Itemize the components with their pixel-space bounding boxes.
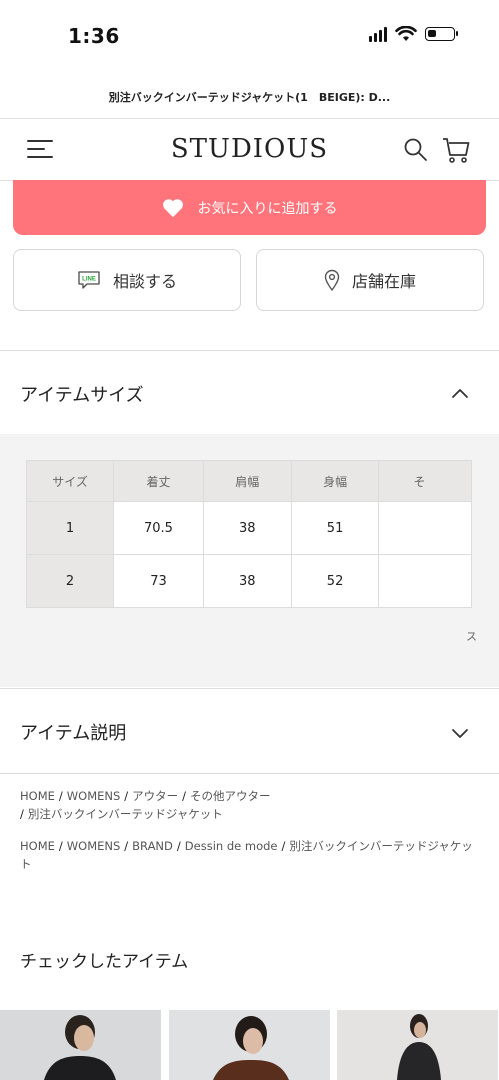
cellular-signal-icon: [369, 26, 387, 42]
size-cell: 1: [26, 501, 115, 555]
consult-label: 相談する: [112, 272, 177, 291]
chevron-down-icon[interactable]: [451, 727, 469, 739]
heart-icon: [162, 198, 183, 217]
status-icons: [369, 26, 458, 42]
table-row: 2 73 38 52: [26, 554, 472, 608]
product-photo: [337, 1010, 498, 1080]
section-divider: [0, 350, 499, 351]
search-icon[interactable]: [403, 137, 429, 163]
item-description-heading[interactable]: アイテム説明: [20, 719, 126, 745]
breadcrumb-link[interactable]: アウター: [132, 789, 178, 803]
breadcrumb: HOME / WOMENS / BRAND / Dessin de mode / 別注バックイン…: [20, 839, 473, 871]
product-photo: [0, 1010, 161, 1080]
table-row: 1 70.5 38 51: [26, 501, 472, 555]
size-table: サイズ 着丈 肩幅 身幅 そ 1 70.5 38 51 2 73 38 52: [26, 460, 472, 608]
section-divider: [0, 688, 499, 689]
breadcrumb: HOME / WOMENS / アウター / その他アウター / 別注バックインバーテッドジャケ…: [20, 789, 271, 821]
checked-item-thumbnail[interactable]: [169, 1010, 330, 1080]
table-cell: [378, 554, 472, 608]
table-cell: 73: [113, 554, 204, 608]
section-divider: [0, 773, 499, 774]
chevron-up-icon[interactable]: [451, 387, 469, 399]
column-header: 着丈: [113, 460, 204, 502]
column-header: そ: [378, 460, 472, 502]
checked-item-thumbnail[interactable]: [0, 1010, 161, 1080]
breadcrumb-link[interactable]: HOME: [20, 789, 55, 803]
breadcrumb-current: 別注バックインバーテッドジャケット: [27, 807, 223, 821]
add-to-favorites-button[interactable]: お気に入りに追加する: [13, 180, 486, 235]
wifi-icon: [395, 26, 417, 41]
location-pin-icon: [324, 269, 340, 291]
table-cell: 70.5: [113, 501, 204, 555]
store-stock-label: 店舗在庫: [351, 272, 416, 291]
table-cell: [378, 501, 472, 555]
consult-button[interactable]: LINE 相談する: [13, 249, 241, 311]
checked-item-thumbnail[interactable]: [337, 1010, 498, 1080]
breadcrumb-link[interactable]: HOME: [20, 839, 55, 853]
svg-text:LINE: LINE: [82, 277, 96, 283]
breadcrumb-link[interactable]: Dessin de mode: [185, 839, 278, 853]
line-chat-icon: LINE: [78, 271, 100, 289]
item-size-heading[interactable]: アイテムサイズ: [20, 381, 144, 407]
page-url-title[interactable]: 別注バックインバーテッドジャケット(1 BEIGE): D...: [0, 89, 499, 105]
breadcrumb-link[interactable]: BRAND: [132, 839, 173, 853]
status-time: 1:36: [68, 24, 120, 48]
favorite-label: お気に入りに追加する: [197, 200, 338, 217]
size-table-scroll[interactable]: サイズ 着丈 肩幅 身幅 そ 1 70.5 38 51 2 73 38 52: [26, 460, 472, 608]
table-cell: 38: [202, 501, 292, 555]
product-photo: [169, 1010, 330, 1080]
scroll-hint: ス: [466, 630, 477, 643]
table-cell: 52: [290, 554, 380, 608]
store-stock-button[interactable]: 店舗在庫: [256, 249, 484, 311]
battery-icon: [425, 27, 458, 41]
cart-icon[interactable]: [441, 136, 471, 164]
breadcrumb-link[interactable]: WOMENS: [67, 839, 121, 853]
breadcrumb-link[interactable]: その他アウター: [190, 789, 271, 803]
header-divider-top: [0, 118, 499, 119]
column-header: 身幅: [290, 460, 380, 502]
size-table-header-row: サイズ 着丈 肩幅 身幅 そ: [26, 460, 472, 502]
size-cell: 2: [26, 554, 115, 608]
column-header: 肩幅: [202, 460, 292, 502]
column-header: サイズ: [26, 460, 115, 502]
breadcrumb-link[interactable]: WOMENS: [67, 789, 121, 803]
table-cell: 38: [202, 554, 292, 608]
table-cell: 51: [290, 501, 380, 555]
checked-items-heading: チェックしたアイテム: [20, 952, 189, 972]
